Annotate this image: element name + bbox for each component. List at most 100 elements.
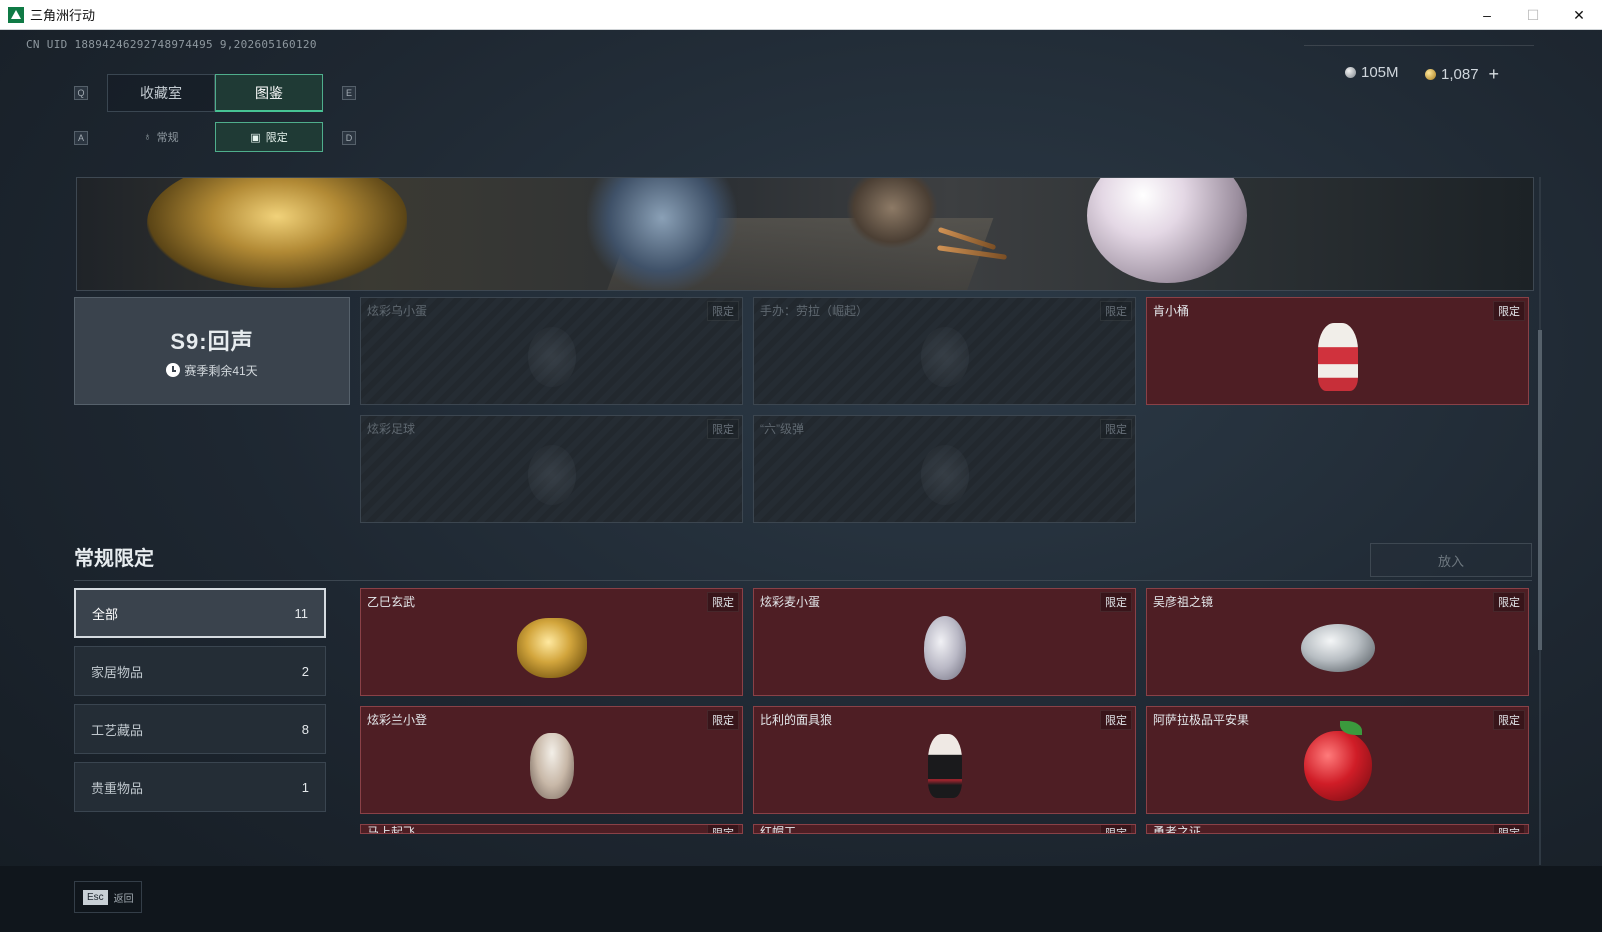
clock-icon	[166, 363, 181, 377]
limited-badge: 限定	[1493, 710, 1525, 730]
item-card[interactable]: 肯小桶 限定	[1146, 297, 1529, 405]
category-valuables[interactable]: 贵重物品 1	[74, 762, 326, 812]
item-name: 炫彩乌小蛋	[367, 304, 428, 318]
item-card[interactable]: 阿萨拉极品平安果 限定	[1146, 706, 1529, 814]
season-card: S9:回声 赛季剩余41天	[74, 297, 350, 405]
limited-badge: 限定	[1493, 592, 1525, 612]
gold-amount: 1,087	[1441, 66, 1479, 83]
category-label: 家居物品	[91, 664, 144, 680]
scrollbar-thumb[interactable]	[1538, 330, 1542, 650]
limited-badge: 限定	[707, 419, 739, 439]
back-button[interactable]: Esc 返回	[74, 881, 142, 913]
gold-coin-icon	[1425, 69, 1436, 80]
category-craft[interactable]: 工艺藏品 8	[74, 704, 326, 754]
item-card[interactable]: 勇者之证 限定	[1146, 824, 1529, 834]
banner-gold-dragon	[147, 178, 407, 288]
item-card[interactable]: 比利的面具狼 限定	[753, 706, 1136, 814]
item-card[interactable]: 炫彩麦小蛋 限定	[753, 588, 1136, 696]
item-card[interactable]: 乙巳玄武 限定	[360, 588, 743, 696]
item-silhouette	[527, 327, 576, 388]
put-in-button[interactable]: 放入	[1370, 543, 1532, 577]
limited-badge: 限定	[1100, 825, 1132, 833]
subtab-regular[interactable]: ♁ 常规	[107, 122, 215, 152]
item-silhouette	[920, 327, 969, 388]
key-hint-q: Q	[74, 86, 88, 100]
item-name: 勇者之证	[1153, 825, 1202, 834]
limited-badge: 限定	[1100, 419, 1132, 439]
section-divider	[74, 580, 1532, 581]
item-image	[923, 616, 966, 681]
item-name: 阿萨拉极品平安果	[1153, 713, 1250, 727]
limited-badge: 限定	[1100, 592, 1132, 612]
banner-figure	[847, 178, 937, 248]
subtab-limited[interactable]: ▣ 限定	[215, 122, 323, 152]
collection-banner-image	[76, 177, 1534, 291]
category-count: 11	[294, 605, 309, 621]
item-name: 炫彩足球	[367, 422, 416, 436]
item-card[interactable]: 吴彦祖之镜 限定	[1146, 588, 1529, 696]
item-image	[1303, 721, 1372, 802]
item-card[interactable]: 炫彩兰小登 限定	[360, 706, 743, 814]
silver-coin-icon	[1345, 67, 1356, 78]
banner-pearl-egg	[1087, 178, 1247, 283]
back-label: 返回	[113, 893, 134, 905]
main-tabs: 收藏室 图鉴	[107, 74, 323, 112]
window-titlebar: 三角洲行动 – ☐ ✕	[0, 0, 1602, 30]
season-title: S9:回声	[170, 328, 254, 354]
item-name: 红帽工	[760, 825, 797, 834]
picture-icon: ▣	[250, 131, 261, 144]
item-silhouette	[527, 445, 576, 506]
season-remaining: 赛季剩余41天	[166, 362, 258, 379]
minimize-button[interactable]: –	[1464, 0, 1510, 30]
item-name: 炫彩麦小蛋	[760, 595, 821, 609]
uid-label: CN UID 18894246292748974495 9,2026051601…	[26, 38, 317, 51]
item-card[interactable]: 红帽工 限定	[753, 824, 1136, 834]
add-currency-button[interactable]: +	[1489, 64, 1500, 85]
tab-collection-room[interactable]: 收藏室	[107, 74, 215, 112]
sub-tabs: ♁ 常规 ▣ 限定	[107, 122, 323, 152]
category-label: 全部	[92, 606, 119, 622]
item-card[interactable]: “六”级弹 限定	[753, 415, 1136, 523]
category-label: 贵重物品	[91, 780, 144, 796]
limited-badge: 限定	[707, 592, 739, 612]
limited-badge: 限定	[707, 825, 739, 833]
key-hint-a: A	[74, 131, 88, 145]
item-name: 炫彩兰小登	[367, 713, 428, 727]
category-all[interactable]: 全部 11	[74, 588, 326, 638]
limited-badge: 限定	[707, 301, 739, 321]
header-divider	[1304, 45, 1534, 46]
currency-silver: 105M	[1345, 64, 1399, 81]
item-card[interactable]: 马上起飞 限定	[360, 824, 743, 834]
esc-key-hint: Esc	[83, 889, 108, 905]
bottle-icon: ♁	[143, 131, 152, 143]
item-card[interactable]: 炫彩足球 限定	[360, 415, 743, 523]
currency-gold: 1,087 +	[1425, 64, 1499, 85]
item-name: 手办：劳拉（崛起）	[760, 304, 869, 318]
item-image	[1300, 624, 1375, 673]
limited-badge: 限定	[1493, 301, 1525, 321]
item-name: 肯小桶	[1153, 304, 1190, 318]
close-button[interactable]: ✕	[1556, 0, 1602, 30]
game-surface: CN UID 18894246292748974495 9,2026051601…	[0, 30, 1602, 932]
item-card[interactable]: 手办：劳拉（崛起） 限定	[753, 297, 1136, 405]
category-home[interactable]: 家居物品 2	[74, 646, 326, 696]
item-image	[1317, 323, 1358, 392]
key-hint-d: D	[342, 131, 356, 145]
item-name: “六”级弹	[760, 422, 804, 436]
item-name: 吴彦祖之镜	[1153, 595, 1214, 609]
limited-badge: 限定	[707, 710, 739, 730]
category-label: 工艺藏品	[91, 722, 144, 738]
subtab-limited-label: 限定	[265, 132, 288, 144]
key-hint-e: E	[342, 86, 356, 100]
tab-catalog[interactable]: 图鉴	[215, 74, 323, 112]
window-title: 三角洲行动	[30, 8, 96, 23]
season-remaining-text: 赛季剩余41天	[184, 363, 258, 378]
category-count: 8	[301, 721, 309, 737]
item-name: 乙巳玄武	[367, 595, 416, 609]
item-card[interactable]: 炫彩乌小蛋 限定	[360, 297, 743, 405]
app-logo-icon	[8, 6, 24, 23]
item-image	[927, 734, 962, 799]
maximize-button[interactable]: ☐	[1510, 0, 1556, 30]
category-count: 2	[301, 663, 309, 679]
limited-badge: 限定	[1100, 301, 1132, 321]
